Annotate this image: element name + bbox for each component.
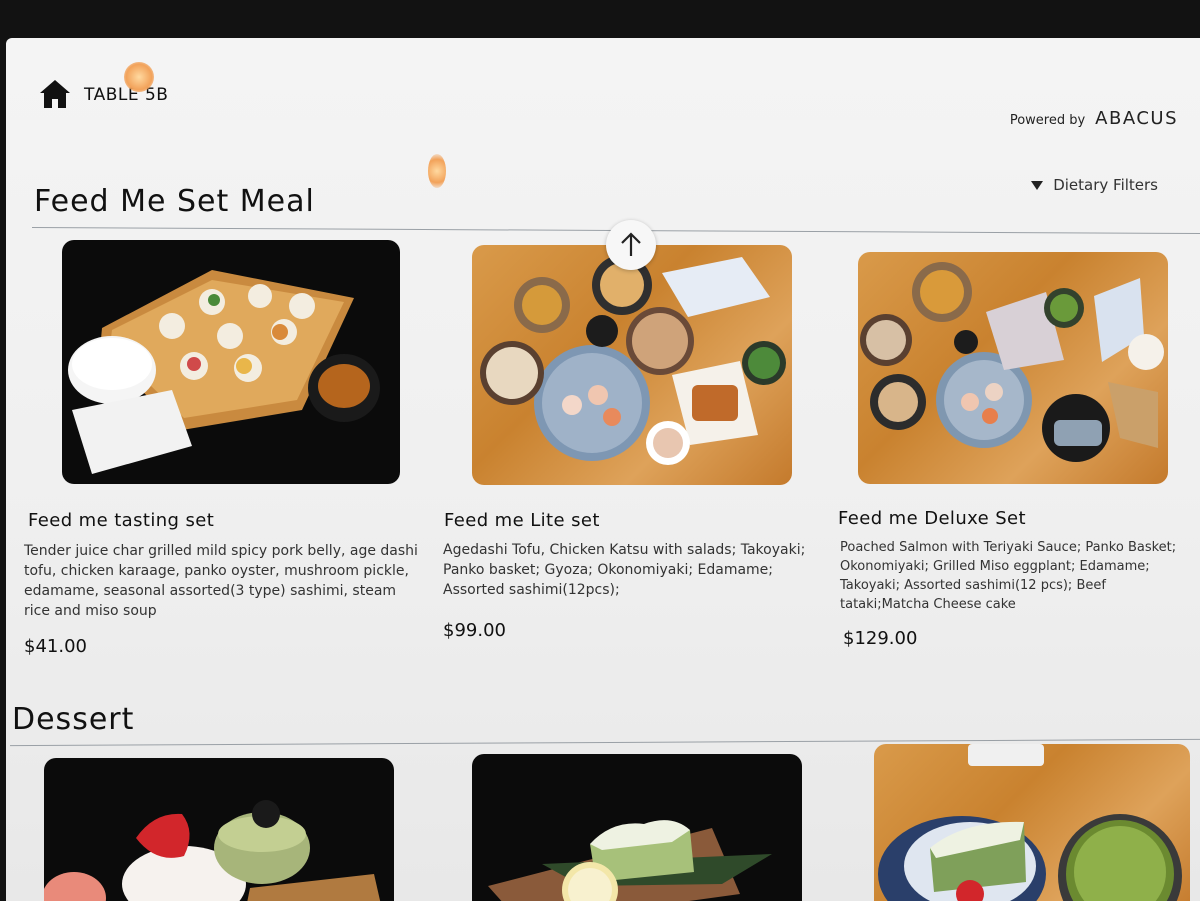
dish-description: Agedashi Tofu, Chicken Katsu with salads… [443,542,806,598]
lite-set-image[interactable] [472,245,792,485]
light-glare [124,62,154,92]
deluxe-set-image[interactable] [858,252,1168,484]
dish-name[interactable]: Feed me Deluxe Set [838,508,1026,529]
home-icon[interactable] [38,78,72,110]
dessert-image-2[interactable] [472,754,802,901]
arrow-up-icon [621,232,641,256]
tasting-set-image[interactable] [62,240,400,484]
dish-description: Poached Salmon with Teriyaki Sauce; Pank… [840,540,1177,612]
section-title-dessert: Dessert [12,702,135,737]
dessert-image-3[interactable] [874,744,1190,901]
dish-price: $129.00 [843,628,918,649]
dietary-filters-label: Dietary Filters [1053,176,1158,194]
dish-name[interactable]: Feed me tasting set [28,510,214,531]
brand-logo: ABACUS [1095,108,1178,129]
scroll-to-top-button[interactable] [606,220,656,270]
powered-by: Powered by ABACUS [1010,108,1178,129]
dish-name[interactable]: Feed me Lite set [444,510,600,531]
light-glare [428,154,446,188]
menu-screen: TABLE 5B Powered by ABACUS Dietary Filte… [6,38,1200,901]
powered-by-text: Powered by [1009,113,1086,128]
dish-price: $99.00 [443,620,506,641]
section-title-feed-me: Feed Me Set Meal [34,184,315,219]
table-label: TABLE 5B [84,85,169,105]
dietary-filters-button[interactable]: Dietary Filters [1031,176,1158,194]
triangle-down-icon [1031,180,1044,190]
dish-description: Tender juice char grilled mild spicy por… [24,543,418,619]
dessert-image-1[interactable] [44,758,394,901]
dish-price: $41.00 [24,636,87,657]
